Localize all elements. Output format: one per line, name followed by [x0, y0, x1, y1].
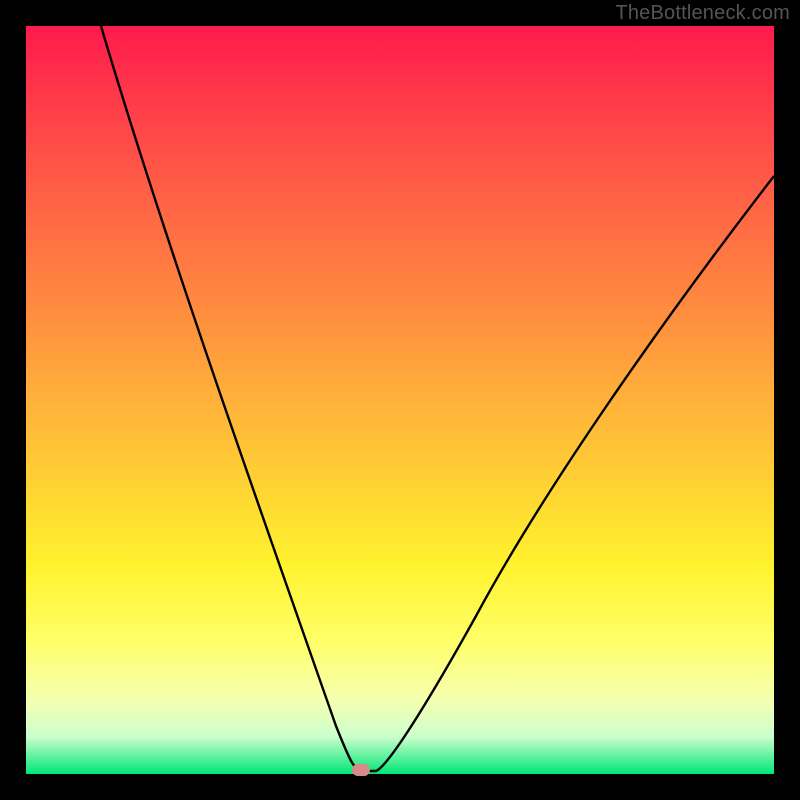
- optimum-marker: [352, 764, 370, 776]
- watermark-text: TheBottleneck.com: [615, 2, 790, 25]
- curve-path: [101, 26, 774, 771]
- chart-frame: TheBottleneck.com: [0, 0, 800, 800]
- bottleneck-curve: [26, 26, 774, 774]
